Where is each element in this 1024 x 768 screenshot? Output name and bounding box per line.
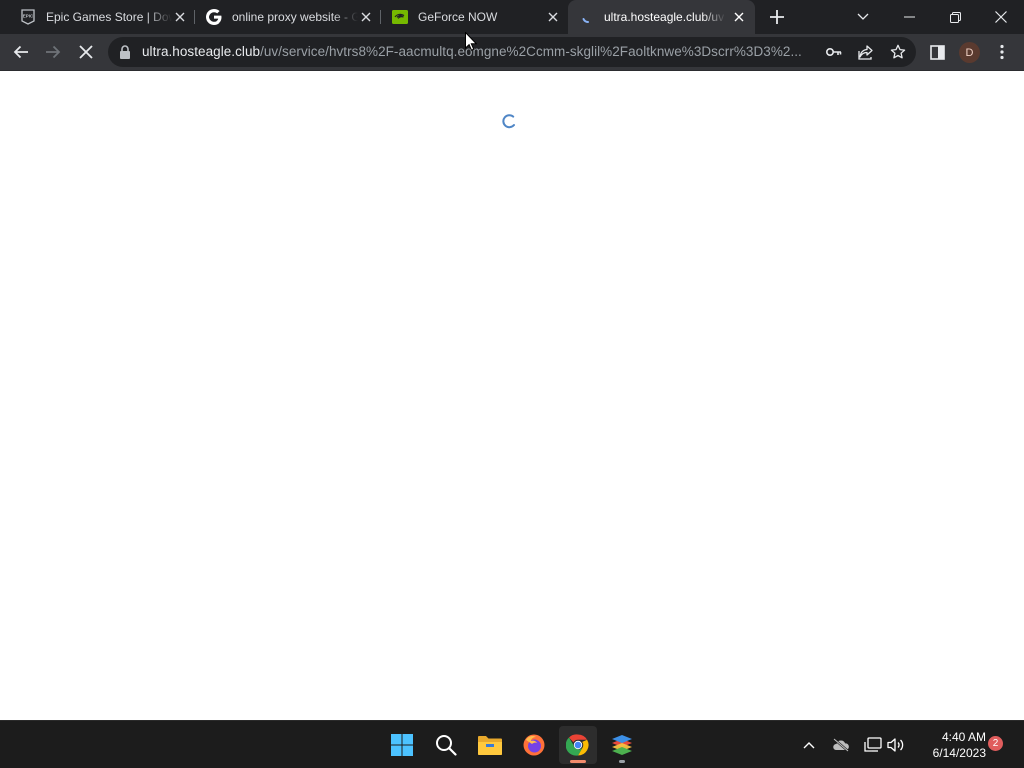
svg-text:EPIC: EPIC bbox=[23, 14, 34, 19]
tab-title: GeForce NOW bbox=[418, 10, 498, 24]
browser-toolbar: ultra.hosteagle.club/uv/service/hvtrs8%2… bbox=[0, 34, 1024, 71]
firefox-icon[interactable] bbox=[515, 726, 553, 764]
windows-start-icon[interactable] bbox=[383, 726, 421, 764]
restore-button[interactable] bbox=[932, 0, 978, 34]
close-tab-icon[interactable] bbox=[545, 9, 561, 25]
tab-search-button[interactable] bbox=[840, 0, 886, 34]
onedrive-offline-icon[interactable] bbox=[829, 733, 853, 757]
tab-epic-games[interactable]: EPIC Epic Games Store | Dow bbox=[8, 0, 194, 34]
search-icon[interactable] bbox=[427, 726, 465, 764]
network-icon[interactable] bbox=[861, 733, 885, 757]
tab-title: Epic Games Store | Dow bbox=[46, 10, 172, 24]
url-host: ultra.hosteagle.club bbox=[142, 44, 261, 59]
file-explorer-icon[interactable] bbox=[471, 726, 509, 764]
clock-date: 6/14/2023 bbox=[932, 746, 986, 760]
profile-avatar[interactable]: D bbox=[959, 42, 980, 63]
back-button[interactable] bbox=[7, 38, 35, 66]
notification-badge[interactable]: 2 bbox=[988, 736, 1003, 751]
show-hidden-icons-chevron-icon[interactable] bbox=[797, 733, 821, 757]
loading-spinner-icon bbox=[501, 113, 517, 129]
key-icon[interactable] bbox=[824, 42, 844, 62]
active-app-indicator bbox=[570, 760, 586, 763]
bookmark-star-icon[interactable] bbox=[888, 42, 908, 62]
chrome-icon[interactable] bbox=[559, 726, 597, 764]
tab-strip: EPIC Epic Games Store | Dow online proxy… bbox=[0, 0, 1024, 34]
taskbar-clock[interactable]: 4:40 AM 6/14/2023 bbox=[912, 729, 986, 761]
clock-time: 4:40 AM bbox=[941, 730, 986, 744]
running-app-indicator bbox=[619, 760, 625, 763]
loading-spinner-icon bbox=[580, 9, 596, 25]
address-bar[interactable]: ultra.hosteagle.club/uv/service/hvtrs8%2… bbox=[108, 37, 916, 67]
mouse-cursor-icon bbox=[465, 31, 478, 51]
stop-loading-button[interactable] bbox=[72, 38, 100, 66]
bluestacks-icon[interactable] bbox=[603, 726, 641, 764]
url-text[interactable]: ultra.hosteagle.club/uv/service/hvtrs8%2… bbox=[142, 44, 812, 59]
tab-hosteagle-active[interactable]: ultra.hosteagle.club/uv bbox=[568, 0, 755, 34]
side-panel-button[interactable] bbox=[923, 38, 951, 66]
nvidia-icon bbox=[392, 9, 408, 25]
windows-taskbar: 4:40 AM 6/14/2023 bbox=[0, 720, 1024, 768]
close-tab-icon[interactable] bbox=[358, 9, 374, 25]
volume-icon[interactable] bbox=[884, 733, 908, 757]
new-tab-button[interactable] bbox=[765, 5, 789, 29]
close-tab-icon[interactable] bbox=[731, 9, 747, 25]
minimize-button[interactable] bbox=[886, 0, 932, 34]
url-path: /uv/service/hvtrs8%2F-aacmultq.eomgne%2C… bbox=[260, 44, 802, 59]
page-content bbox=[0, 71, 1024, 720]
tab-title: online proxy website - G bbox=[232, 10, 358, 24]
epic-games-icon: EPIC bbox=[20, 9, 36, 25]
forward-button[interactable] bbox=[39, 38, 67, 66]
close-window-button[interactable] bbox=[978, 0, 1024, 34]
share-icon[interactable] bbox=[856, 42, 876, 62]
tab-geforce-now[interactable]: GeForce NOW bbox=[380, 0, 568, 34]
menu-button[interactable] bbox=[988, 38, 1016, 66]
lock-icon[interactable] bbox=[119, 45, 131, 59]
close-tab-icon[interactable] bbox=[172, 9, 188, 25]
tab-title: ultra.hosteagle.club/uv bbox=[604, 10, 725, 24]
tab-google-search[interactable]: online proxy website - G bbox=[194, 0, 380, 34]
google-icon bbox=[206, 9, 222, 25]
